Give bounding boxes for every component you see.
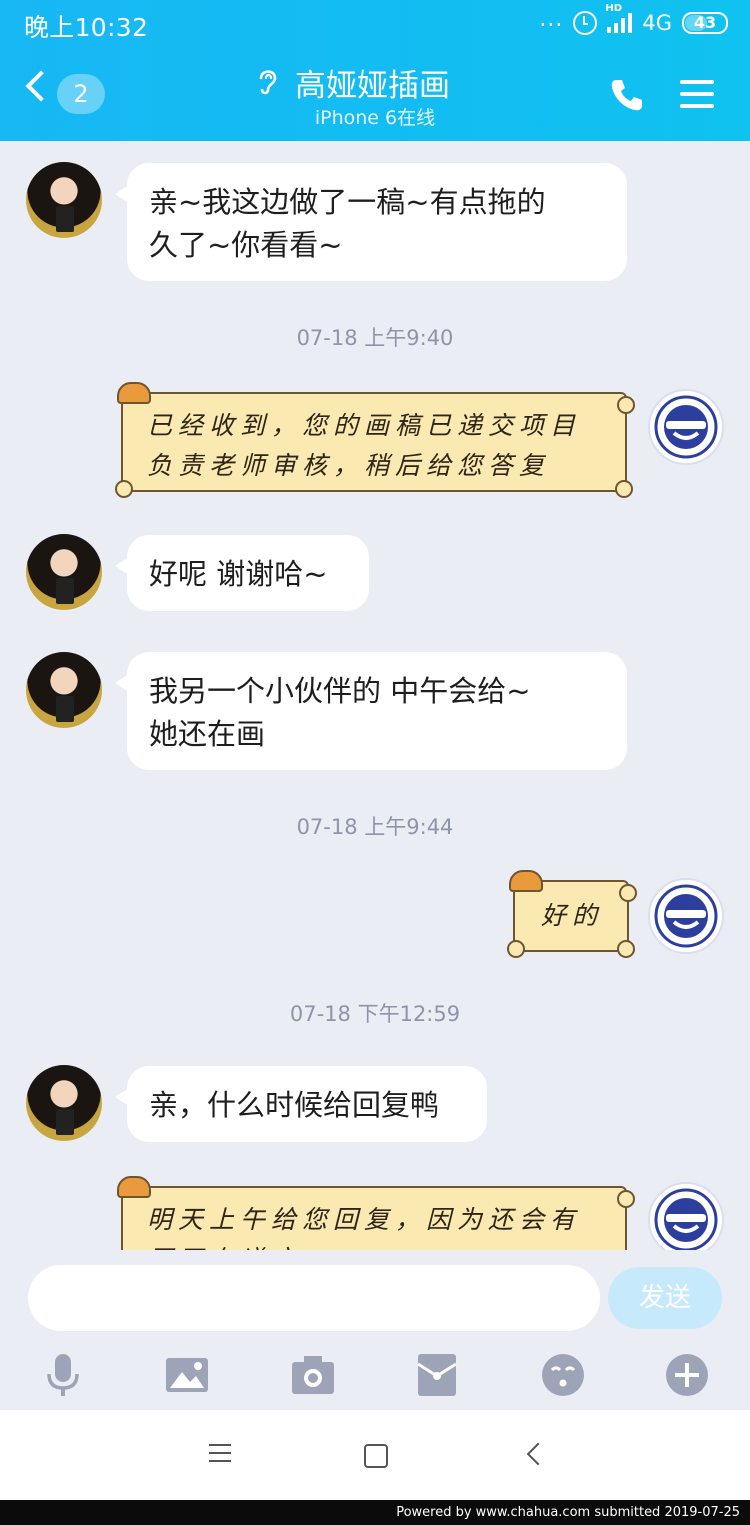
watermark-footer: Powered by www.chahua.com submitted 2019… bbox=[0, 1500, 750, 1525]
camera-icon[interactable] bbox=[290, 1352, 336, 1398]
message-text-line: 好的 bbox=[541, 901, 604, 930]
message-input[interactable] bbox=[28, 1265, 600, 1331]
battery-level: 43 bbox=[693, 13, 717, 32]
message-text-line: 负责老师审核，稍后给您答复 bbox=[147, 451, 551, 480]
online-status: iPhone 6在线 bbox=[314, 107, 436, 129]
bubble-curl-decoration bbox=[507, 940, 525, 958]
message-bubble-sent[interactable]: 已经收到，您的画稿已递交项目 负责老师审核，稍后给您答复 bbox=[115, 382, 635, 498]
footer-text: Powered by www.chahua.com submitted 2019… bbox=[396, 1505, 740, 1520]
back-nav-icon[interactable] bbox=[526, 1442, 550, 1466]
message-text-line: 我另一个小伙伴的 中午会给~ bbox=[149, 674, 531, 708]
more-dots-icon: ... bbox=[539, 6, 564, 32]
message-timestamp: 07-18 上午9:44 bbox=[296, 815, 454, 839]
hd-label: HD bbox=[605, 3, 623, 14]
message-text-line: 已经收到，您的画稿已递交项目 bbox=[147, 411, 582, 440]
message-text-line: 亲，什么时候给回复鸭 bbox=[149, 1088, 440, 1122]
message-text-line: 明天上午给您回复，因为还会有 bbox=[147, 1205, 582, 1234]
battery-icon: 43 bbox=[682, 12, 728, 34]
plus-icon[interactable] bbox=[664, 1352, 710, 1398]
bubble-curl-decoration bbox=[619, 884, 637, 902]
message-text-line: 好呢 谢谢哈~ bbox=[149, 557, 328, 591]
message-text-line: 亲~我这边做了一稿~有点拖的 bbox=[149, 185, 546, 219]
my-avatar[interactable] bbox=[648, 389, 724, 465]
contact-avatar[interactable] bbox=[26, 534, 102, 610]
message-bubble-received[interactable]: 我另一个小伙伴的 中午会给~ 她还在画 bbox=[115, 652, 627, 770]
contact-avatar[interactable] bbox=[26, 652, 102, 728]
ear-icon[interactable] bbox=[255, 66, 281, 96]
my-avatar[interactable] bbox=[648, 1182, 724, 1250]
menu-icon[interactable] bbox=[680, 80, 714, 108]
my-avatar[interactable] bbox=[648, 878, 724, 954]
back-icon[interactable] bbox=[25, 70, 57, 102]
status-icons: ... HD 4G 43 bbox=[539, 3, 728, 38]
recent-apps-icon[interactable] bbox=[208, 1442, 232, 1464]
message-bubble-received[interactable]: 亲~我这边做了一稿~有点拖的 久了~你看看~ bbox=[115, 163, 627, 281]
system-nav-bar bbox=[0, 1410, 750, 1500]
cat-ear-decoration bbox=[509, 870, 543, 892]
red-packet-icon[interactable] bbox=[414, 1352, 460, 1398]
message-bubble-received[interactable]: 好呢 谢谢哈~ bbox=[115, 535, 369, 611]
message-text-line: 久了~你看看~ bbox=[149, 228, 343, 262]
bubble-curl-decoration bbox=[115, 480, 133, 498]
bubble-curl-decoration bbox=[617, 396, 635, 414]
message-timestamp: 07-18 下午12:59 bbox=[289, 1002, 461, 1026]
message-timestamp: 07-18 上午9:40 bbox=[296, 326, 454, 350]
message-bubble-received[interactable]: 亲，什么时候给回复鸭 bbox=[115, 1066, 487, 1142]
microphone-icon[interactable] bbox=[40, 1352, 86, 1398]
status-time: 晚上10:32 bbox=[24, 13, 149, 42]
emoji-icon[interactable] bbox=[540, 1352, 586, 1398]
chat-header: 晚上10:32 ... HD 4G 43 2 高娅娅插画 iPhone 6在线 bbox=[0, 0, 750, 141]
bubble-curl-decoration bbox=[617, 1190, 635, 1208]
contact-avatar[interactable] bbox=[26, 1065, 102, 1141]
image-icon[interactable] bbox=[164, 1352, 210, 1398]
chat-title: 高娅娅插画 bbox=[295, 68, 450, 104]
send-button[interactable]: 发送 bbox=[608, 1267, 722, 1329]
alarm-icon bbox=[573, 11, 598, 35]
home-icon[interactable] bbox=[364, 1444, 388, 1468]
bubble-curl-decoration bbox=[615, 480, 633, 498]
network-type: 4G bbox=[642, 11, 672, 35]
bubble-curl-decoration bbox=[617, 940, 635, 958]
signal-icon: HD bbox=[605, 3, 633, 33]
message-text-line: 原画在递交 bbox=[147, 1240, 605, 1250]
message-clip-area: 明天上午给您回复，因为还会有 原画在递交 bbox=[0, 1160, 750, 1250]
message-text-line: 她还在画 bbox=[149, 717, 266, 751]
message-bubble-sent[interactable]: 明天上午给您回复，因为还会有 原画在递交 bbox=[117, 1176, 635, 1250]
cat-ear-decoration bbox=[117, 1176, 151, 1198]
phone-call-icon[interactable] bbox=[608, 76, 646, 114]
message-bubble-sent[interactable]: 好的 bbox=[507, 870, 637, 958]
cat-ear-decoration bbox=[117, 382, 151, 404]
contact-avatar[interactable] bbox=[26, 162, 102, 238]
